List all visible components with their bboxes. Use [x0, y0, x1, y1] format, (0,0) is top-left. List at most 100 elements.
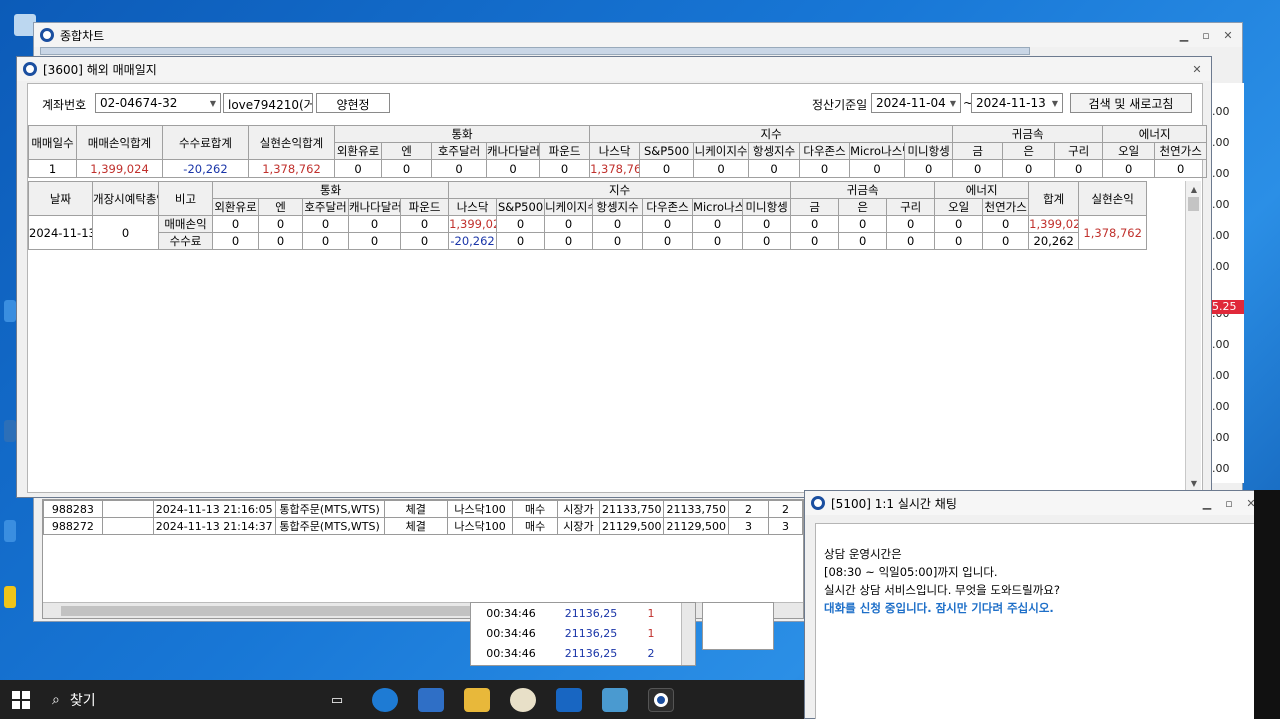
scroll-down-icon[interactable]: ▼ — [1186, 475, 1202, 491]
column-header: 항셍지수 — [592, 198, 644, 216]
order-row[interactable]: 988283 2024-11-13 21:16:05 통합주문(MTS,WTS) 체결… — [43, 500, 803, 518]
desktop-app-icon[interactable] — [4, 300, 16, 322]
column-header: 외환유로 — [212, 198, 259, 216]
column-group-header: 에너지 — [1102, 125, 1208, 143]
store-icon[interactable] — [418, 688, 444, 712]
column-header: Micro나스닥 — [849, 142, 906, 160]
date-to-picker[interactable]: 2024-11-13 ▼ — [971, 93, 1063, 113]
column-header: 은 — [838, 198, 888, 216]
order-cell: 시장가 — [556, 500, 600, 518]
journal-body: 계좌번호 02-04674-32 ▼ love794210(거래) 양현정 정산… — [27, 83, 1208, 493]
journal-titlebar[interactable]: [3600] 해외 매매일지 ✕ — [17, 57, 1211, 81]
order-cell: 2024-11-13 21:16:05 — [152, 500, 276, 518]
tick-time: 00:34:46 — [486, 606, 536, 620]
vertical-scrollbar[interactable]: ▲ ▼ — [1185, 181, 1201, 491]
scroll-thumb[interactable] — [1188, 197, 1199, 211]
detail-fee-row[interactable]: 수수료 0 0 0 0 0 -20,262 0 0 0 0 0 0 0 0 0 0 0 20,262 — [29, 232, 1211, 250]
order-cell: 3 — [727, 517, 770, 535]
search-icon: ⌕ — [52, 692, 60, 708]
fee-cell: 0 — [212, 232, 259, 250]
taskbar-search[interactable]: ⌕ 찾기 — [52, 690, 96, 710]
pnl-cell: 0 — [496, 215, 546, 233]
maximize-icon[interactable]: ▫ — [1196, 26, 1216, 44]
chat-titlebar[interactable]: [5100] 1:1 실시간 채팅 ▁ ▫ ✕ — [805, 491, 1265, 515]
order-cell — [101, 500, 154, 518]
search-refresh-button[interactable]: 검색 및 새로고침 — [1070, 93, 1192, 113]
column-header: 실현손익 — [1078, 181, 1148, 216]
windows-start-icon[interactable] — [12, 691, 30, 709]
chat-message: 상담 운영시간은 — [824, 547, 902, 561]
column-group-header: 에너지 — [934, 181, 1030, 199]
desktop-app-icon[interactable] — [4, 420, 16, 442]
column-header: 매매일수 — [28, 125, 77, 160]
column-header: 항셍지수 — [748, 142, 801, 160]
fee-cell: 0 — [982, 232, 1030, 250]
fee-cell: 0 — [258, 232, 303, 250]
outlook-icon[interactable] — [556, 688, 582, 712]
pnl-cell: 0 — [692, 215, 744, 233]
date-from-picker[interactable]: 2024-11-04 ▼ — [871, 93, 961, 113]
summary-value-cell: 0 — [538, 159, 591, 178]
chart-window-titlebar[interactable]: 종합차트 ▁ ▫ ✕ — [34, 23, 1242, 47]
maximize-icon[interactable]: ▫ — [1219, 494, 1239, 512]
close-icon[interactable]: ✕ — [1218, 26, 1238, 44]
column-header: 매매손익합계 — [76, 125, 163, 160]
summary-value-row[interactable]: 11,399,024-20,2621,378,762000001,378,762… — [28, 159, 1208, 178]
chat-message: [08:30 ~ 익일05:00]까지 입니다. — [824, 565, 998, 579]
file-explorer-icon[interactable] — [464, 688, 490, 712]
price-value: .00 — [1212, 198, 1230, 211]
date-label: 정산기준일 — [812, 98, 868, 112]
pnl-cell: 0 — [399, 215, 450, 233]
date-cell: 2024-11-13 — [28, 215, 93, 250]
deposit-cell: 0 — [92, 215, 159, 250]
fee-cell: -20,262 — [448, 232, 498, 250]
fee-cell: 0 — [496, 232, 546, 250]
column-header: 합계 — [1028, 181, 1080, 216]
order-list: 988283 2024-11-13 21:16:05 통합주문(MTS,WTS) 체결… — [42, 499, 804, 619]
price-value: .00 — [1212, 136, 1230, 149]
order-cell: 2 — [727, 500, 770, 518]
task-view-icon[interactable]: ▭ — [324, 688, 350, 712]
detail-header-row[interactable]: 날짜개장시예탁총액비고통화지수귀금속에너지합계실현손익 — [28, 181, 1211, 216]
pnl-cell: 0 — [642, 215, 694, 233]
trading-app-icon[interactable] — [648, 688, 674, 712]
chevron-down-icon[interactable]: ▼ — [1048, 94, 1062, 112]
pnl-sum-value: 1,399,024 — [76, 159, 163, 178]
vertical-scrollbar[interactable] — [681, 603, 695, 665]
tick-qty: 2 — [647, 646, 655, 660]
order-row[interactable]: 988272 2024-11-13 21:14:37 통합주문(MTS,WTS) 체결… — [43, 517, 803, 535]
row-label: 매매손익 — [158, 215, 213, 233]
desktop-app-icon[interactable] — [4, 520, 16, 542]
summary-value-cell: 0 — [748, 159, 801, 178]
desktop-app-icon[interactable] — [4, 586, 16, 608]
fee-total-cell: 20,262 — [1028, 232, 1080, 250]
chevron-down-icon[interactable]: ▼ — [206, 94, 220, 112]
price-value: .00 — [1212, 369, 1230, 382]
app-logo-icon — [654, 693, 668, 707]
price-highlight: 5.25 — [1210, 300, 1244, 314]
close-icon[interactable]: ✕ — [1187, 60, 1207, 78]
column-header: 수수료합계 — [162, 125, 249, 160]
column-header: 미니항셍 — [904, 142, 954, 160]
notes-app-icon[interactable] — [602, 688, 628, 712]
minimize-icon[interactable]: ▁ — [1197, 494, 1217, 512]
column-header: 미니항셍 — [742, 198, 792, 216]
messenger-icon[interactable] — [510, 688, 536, 712]
column-header: 구리 — [1054, 142, 1104, 160]
account-select[interactable]: 02-04674-32 ▼ — [95, 93, 221, 113]
price-value: .00 — [1212, 167, 1230, 180]
price-value: .00 — [1212, 105, 1230, 118]
detail-pnl-row[interactable]: 2024-11-130매매손익000001,399,02400000000000… — [28, 215, 1211, 250]
scroll-up-icon[interactable]: ▲ — [1186, 181, 1202, 197]
price-value: .00 — [1212, 260, 1230, 273]
price-column: .00.00.00.00.00.00.00.00.00.00.00.00.005… — [1210, 83, 1244, 506]
summary-value-cell: 0 — [952, 159, 1004, 178]
fee-cell: 0 — [934, 232, 984, 250]
edge-browser-icon[interactable] — [372, 688, 398, 712]
tick-time: 00:34:46 — [486, 646, 536, 660]
chevron-down-icon[interactable]: ▼ — [946, 94, 960, 112]
summary-value-cell: 0 — [486, 159, 540, 178]
summary-header-row[interactable]: 매매일수 매매손익합계 수수료합계 실현손익합계 통화 지수 귀금속 에너지 — [28, 125, 1208, 160]
side-panel — [702, 602, 774, 650]
minimize-icon[interactable]: ▁ — [1174, 26, 1194, 44]
